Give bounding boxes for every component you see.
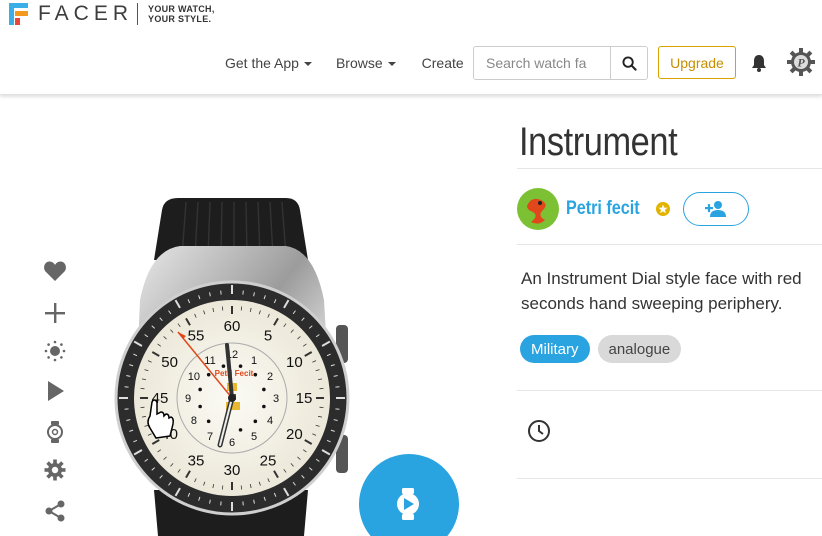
svg-text:P: P (797, 56, 805, 70)
inner-number: 10 (188, 371, 200, 383)
inner-number: 1 (251, 355, 257, 367)
tagline-line2: YOUR STYLE. (148, 14, 212, 24)
watch-icon (47, 421, 63, 443)
nav-create[interactable]: Create (422, 55, 464, 71)
share-icon (45, 500, 65, 522)
brightness-icon (44, 340, 66, 362)
search-icon (621, 55, 637, 71)
inner-number: 3 (273, 393, 279, 405)
inner-number: 6 (229, 437, 235, 449)
outer-number: 25 (260, 452, 277, 469)
facer-logo[interactable]: FACER YOUR WATCH, YOUR STYLE. (8, 0, 215, 28)
author-row: Petri fecit (517, 188, 749, 230)
search-input[interactable] (474, 47, 610, 79)
author-name[interactable]: Petri fecit (566, 198, 640, 220)
tag-list: Military analogue (520, 335, 689, 363)
logo-tagline: YOUR WATCH, YOUR STYLE. (148, 4, 215, 24)
inner-dot (262, 387, 266, 392)
logo-wordmark: FACER (38, 2, 134, 25)
add-to-collection-button[interactable] (40, 299, 70, 327)
divider (517, 478, 822, 479)
divider (517, 390, 822, 391)
outer-number: 15 (296, 390, 313, 407)
inner-dot (253, 372, 258, 377)
search-box (473, 46, 648, 80)
author-avatar[interactable] (517, 188, 559, 230)
chevron-down-icon (387, 62, 396, 66)
inner-dot (206, 419, 211, 424)
inner-number: 5 (251, 431, 257, 443)
nav-browse[interactable]: Browse (336, 55, 396, 71)
site-header: FACER YOUR WATCH, YOUR STYLE. Get the Ap… (0, 0, 822, 95)
inner-number: 4 (267, 415, 273, 427)
outer-number: 30 (224, 462, 241, 479)
gear-avatar-icon[interactable]: P (786, 47, 816, 77)
watch-preview-button[interactable] (40, 418, 70, 446)
send-to-watch-icon (397, 488, 419, 520)
heart-icon (44, 261, 66, 281)
theme-toggle-button[interactable] (40, 337, 70, 365)
outer-number: 20 (286, 426, 303, 443)
divider (517, 244, 822, 245)
add-person-icon (705, 201, 726, 217)
face-title: Instrument (519, 120, 678, 164)
play-icon (48, 381, 64, 401)
chevron-down-icon (303, 62, 312, 66)
inner-dot (253, 419, 258, 424)
watch-preview[interactable]: 60510152025303540455055 121234567891011 … (100, 190, 360, 536)
outer-number: 10 (286, 354, 303, 371)
dial-brand-text: Petri Fecit (215, 369, 254, 378)
outer-number: 50 (161, 354, 178, 371)
main-nav: Get the App Browse Create (225, 46, 464, 80)
outer-number: 5 (264, 328, 272, 345)
inner-number: 9 (185, 393, 191, 405)
follow-author-button[interactable] (683, 192, 749, 226)
outer-number: 55 (188, 328, 205, 345)
facer-logo-icon (9, 3, 28, 25)
outer-number: 35 (188, 452, 205, 469)
inner-dot (198, 404, 202, 409)
inner-number: 7 (207, 431, 213, 443)
logo-divider (137, 3, 139, 25)
outer-number: 60 (224, 318, 241, 335)
plus-icon (45, 303, 65, 323)
tag-military[interactable]: Military (520, 335, 590, 363)
inner-dot (238, 364, 243, 368)
tag-analogue[interactable]: analogue (597, 335, 682, 363)
inner-dot (206, 372, 211, 377)
clock-icon (528, 420, 550, 442)
divider (517, 168, 822, 169)
inner-dot (221, 364, 226, 368)
inner-dot (238, 428, 243, 432)
search-button[interactable] (610, 47, 647, 79)
face-description: An Instrument Dial style face with red s… (521, 269, 802, 313)
inner-dot (198, 387, 202, 392)
inner-number: 2 (267, 371, 273, 383)
tagline-line1: YOUR WATCH, (148, 4, 215, 14)
sync-to-watch-button[interactable] (359, 454, 459, 536)
premium-star-icon (656, 202, 670, 216)
inner-number: 8 (191, 415, 197, 427)
share-button[interactable] (40, 497, 70, 525)
nav-create-label: Create (421, 55, 464, 71)
bell-icon[interactable] (749, 53, 769, 73)
settings-button[interactable] (40, 456, 70, 484)
upgrade-button[interactable]: Upgrade (658, 46, 736, 79)
like-button[interactable] (40, 257, 70, 285)
nav-get-the-app[interactable]: Get the App (225, 55, 312, 71)
inner-dot (262, 404, 266, 409)
nav-browse-label: Browse (335, 55, 383, 71)
nav-get-the-app-label: Get the App (225, 55, 299, 71)
play-animation-button[interactable] (40, 377, 70, 405)
gear-icon (44, 459, 66, 481)
